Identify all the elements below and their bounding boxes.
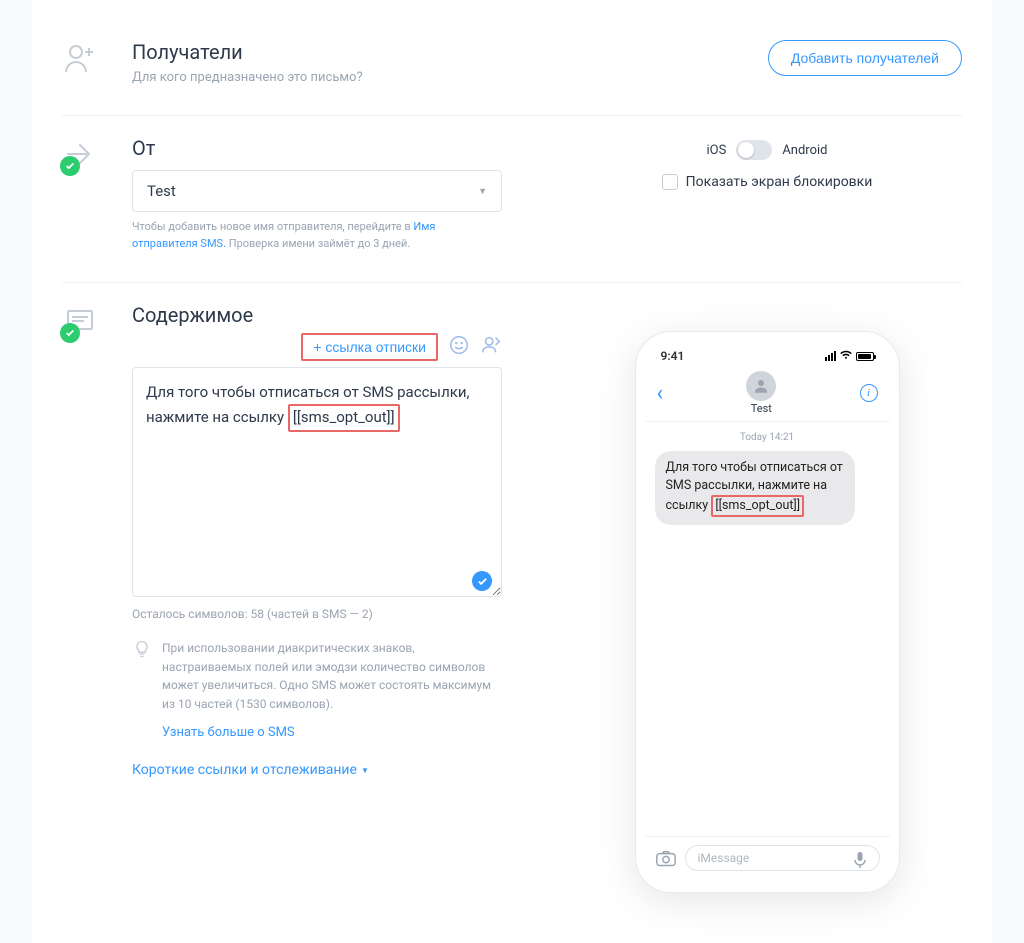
- add-recipients-button[interactable]: Добавить получателей: [768, 40, 962, 76]
- sms-content-textarea[interactable]: [132, 367, 502, 597]
- recipients-section: Получатели Для кого предназначено это пи…: [62, 20, 962, 116]
- battery-icon: [856, 352, 874, 361]
- emoji-icon[interactable]: [448, 334, 470, 360]
- personalization-icon[interactable]: [480, 334, 502, 360]
- camera-icon[interactable]: [655, 849, 677, 867]
- lightbulb-icon: [132, 639, 152, 659]
- platform-toggle: iOS Android: [572, 140, 962, 160]
- content-section: Содержимое + ссылка отписки Для того что…: [62, 283, 962, 923]
- from-title: От: [132, 136, 502, 160]
- recipients-subtitle: Для кого предназначено это письмо?: [132, 70, 363, 85]
- learn-more-link[interactable]: Узнать больше о SMS: [162, 725, 295, 740]
- sender-select-value: Test: [147, 182, 176, 200]
- platform-ios-label: iOS: [706, 143, 726, 158]
- contact-name: Test: [751, 402, 772, 415]
- sender-hint: Чтобы добавить новое имя отправителя, пе…: [132, 219, 502, 252]
- message-timestamp: Today 14:21: [655, 432, 880, 443]
- message-bubble: Для того чтобы отписаться от SMS рассылк…: [655, 451, 855, 525]
- status-icons: [825, 350, 874, 363]
- opt-out-link-button[interactable]: + ссылка отписки: [301, 333, 438, 361]
- char-counter: Осталось символов: 58 (частей в SMS — 2): [132, 607, 502, 621]
- tip-text: При использовании диакритических знаков,…: [162, 639, 502, 713]
- content-title: Содержимое: [132, 303, 502, 327]
- bubble-token: [[sms_opt_out]]: [711, 495, 804, 517]
- imessage-input[interactable]: iMessage: [685, 845, 880, 871]
- phone-preview: 9:41 ‹: [635, 331, 900, 893]
- signal-icon: [825, 351, 836, 361]
- from-section: От Test ▼ Чтобы добавить новое имя отпра…: [62, 116, 962, 283]
- avatar-icon: [746, 371, 776, 401]
- status-time: 9:41: [661, 349, 685, 363]
- back-icon[interactable]: ‹: [657, 381, 664, 406]
- validation-check-icon: [472, 571, 492, 591]
- recipients-icon: [62, 40, 98, 76]
- check-badge-icon: [60, 323, 80, 343]
- info-icon[interactable]: i: [860, 384, 878, 402]
- platform-switch[interactable]: [736, 140, 772, 160]
- lockscreen-label: Показать экран блокировки: [686, 174, 873, 190]
- platform-android-label: Android: [782, 143, 827, 158]
- sender-select[interactable]: Test ▼: [132, 170, 502, 212]
- check-badge-icon: [60, 156, 80, 176]
- chevron-down-icon: ▼: [478, 186, 487, 197]
- recipients-title: Получатели: [132, 40, 363, 64]
- caret-down-icon: ▼: [361, 766, 369, 775]
- lockscreen-checkbox[interactable]: [662, 174, 678, 190]
- tracking-toggle[interactable]: Короткие ссылки и отслеживание ▼: [132, 762, 502, 778]
- wifi-icon: [839, 350, 853, 363]
- mic-icon: [853, 851, 867, 865]
